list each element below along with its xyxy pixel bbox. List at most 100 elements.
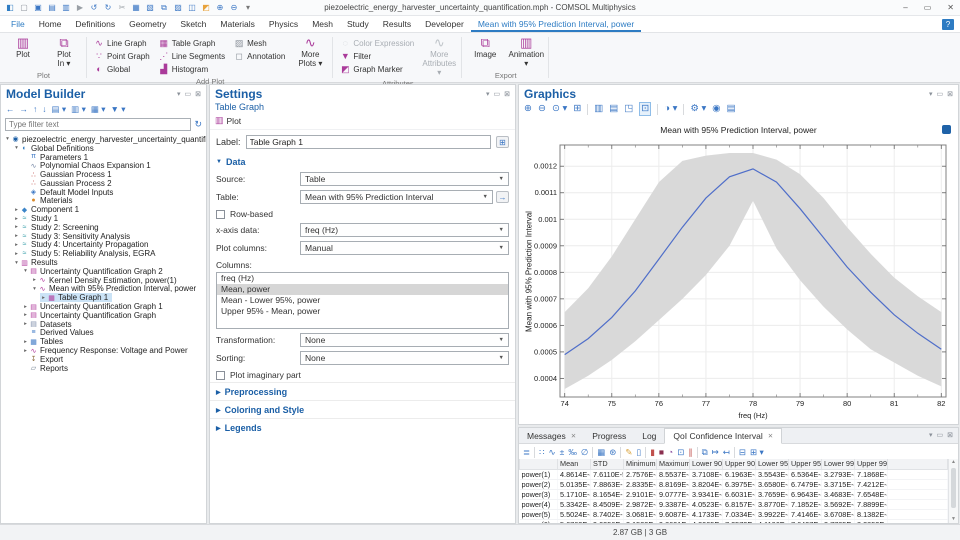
table-row[interactable]: power(5)5.5024E-48.7402E-53.0681E-49.608… [520, 509, 948, 519]
tree-item[interactable]: ▸≈Study 1 [1, 214, 206, 223]
tree-item[interactable]: ▸≈Study 4: Uncertainty Propagation [1, 241, 206, 250]
data-section-header[interactable]: ▼ Data [210, 153, 515, 170]
tree-item[interactable]: ▸∿Frequency Response: Voltage and Power [1, 346, 206, 355]
point-graph-button[interactable]: ∵Point Graph [94, 50, 150, 62]
collapse-panel-icon[interactable]: ▾ [177, 90, 181, 98]
contextual-tab[interactable]: Mean with 95% Prediction Interval, power [471, 16, 641, 32]
float-panel-icon[interactable]: ▭ [937, 90, 944, 98]
plot-imaginary-checkbox[interactable] [216, 371, 225, 380]
histogram-button[interactable]: ▟Histogram [159, 63, 225, 75]
copy-icon[interactable]: ▦ [131, 0, 141, 15]
tree-caret-icon[interactable]: ▾ [4, 136, 11, 142]
export-plot-icon[interactable]: ⊡ [677, 446, 684, 458]
annotation-button[interactable]: ◻Annotation [234, 50, 285, 62]
filter-input[interactable] [5, 118, 191, 131]
column-item[interactable]: Mean - Lower 95%, power [217, 295, 508, 306]
close-tab-icon[interactable]: ✕ [768, 432, 773, 440]
tab-qoi-confidence-interval[interactable]: QoI Confidence Interval✕ [664, 428, 782, 444]
engineering-format-icon[interactable]: ∅ [581, 446, 588, 458]
plot-columns-select[interactable]: Manual▼ [300, 241, 509, 255]
surface-plot-icon[interactable]: ■ [659, 446, 664, 458]
table-graph-button[interactable]: ▦Table Graph [159, 37, 225, 49]
refresh-icon[interactable]: ↻ [194, 119, 202, 130]
graph-marker-button[interactable]: ◩Graph Marker [340, 63, 414, 75]
zoom-in-icon[interactable]: ⊕ [524, 103, 532, 115]
tree-caret-icon[interactable]: ▸ [22, 312, 29, 318]
tree-item[interactable]: ▸∿Kernel Density Estimation, power(1) [1, 276, 206, 285]
line-graph-button[interactable]: ∿Line Graph [94, 37, 150, 49]
save-icon[interactable]: ▤ [47, 0, 57, 15]
back-icon[interactable]: ← [6, 103, 15, 115]
tree-caret-icon[interactable]: ▾ [13, 260, 20, 266]
show-options-icon[interactable]: ▤ ▾ [52, 103, 67, 115]
tree-item[interactable]: ▸≈Study 2: Screening [1, 223, 206, 232]
table-list-icon[interactable]: ≣ [523, 446, 530, 458]
table-row[interactable]: power(3)5.1710E-48.1654E-52.9101E-49.077… [520, 489, 948, 499]
tree-item[interactable]: ▾∿Mean with 95% Prediction Interval, pow… [1, 285, 206, 294]
plot-button[interactable]: ▥Plot [7, 35, 39, 59]
run-icon[interactable]: ▶ [75, 0, 85, 15]
tree-caret-icon[interactable]: ▸ [40, 295, 47, 301]
collapse-panel-icon[interactable]: ▾ [929, 431, 933, 439]
cut-icon[interactable]: ✂ [117, 0, 127, 15]
dock-panel-icon[interactable]: ⊠ [947, 431, 953, 439]
overflow-icon[interactable]: ▾ [243, 0, 253, 15]
paste-icon[interactable]: ▧ [145, 0, 155, 15]
float-panel-icon[interactable]: ▭ [937, 431, 944, 439]
tree-item[interactable]: ▸▤Uncertainty Quantification Graph 1 [1, 302, 206, 311]
scientific-notation-icon[interactable]: ∿ [549, 446, 556, 458]
collapse-panel-icon[interactable]: ▾ [486, 90, 490, 98]
float-panel-icon[interactable]: ▭ [185, 90, 192, 98]
tree-caret-icon[interactable]: ▸ [22, 348, 29, 354]
y-axis-view-icon[interactable]: ▤ [609, 103, 618, 115]
xaxis-select[interactable]: freq (Hz)▼ [300, 223, 509, 237]
tab-messages[interactable]: Messages✕ [519, 428, 584, 443]
tree-item[interactable]: ∴Gaussian Process 2 [1, 179, 206, 188]
tree-caret-icon[interactable]: ▸ [13, 242, 20, 248]
snapshot-icon[interactable]: ◉ [712, 103, 720, 115]
table-row[interactable]: power(6)5.6762E-49.0356E-53.1523E-49.869… [520, 519, 948, 523]
tree-caret-icon[interactable]: ▾ [22, 268, 29, 274]
pie-plot-icon[interactable]: ◔ [668, 446, 673, 458]
tree-item[interactable]: ▾▤Uncertainty Quantification Graph 2 [1, 267, 206, 276]
zoom-out-icon[interactable]: ⊖ [538, 103, 546, 115]
appearance-icon[interactable]: ◑ ▾ [664, 103, 677, 115]
table-select[interactable]: Mean with 95% Prediction Interval▼ [300, 190, 493, 204]
tree-item[interactable]: ▸◆Component 1 [1, 205, 206, 214]
tab-sketch[interactable]: Sketch [173, 16, 213, 32]
tree-caret-icon[interactable]: ▸ [22, 339, 29, 345]
full-precision-icon[interactable]: ∷ [539, 446, 544, 458]
significant-digits-icon[interactable]: ± [560, 446, 565, 458]
section-legends[interactable]: ▶Legends [210, 418, 515, 436]
redo-icon[interactable]: ↻ [103, 0, 113, 15]
section-preprocessing[interactable]: ▶Preprocessing [210, 382, 515, 400]
tab-study[interactable]: Study [340, 16, 376, 32]
scrollbar-thumb[interactable] [951, 468, 956, 508]
column-item[interactable]: freq (Hz) [217, 273, 508, 284]
tab-materials[interactable]: Materials [213, 16, 261, 32]
model-tree-nodes-icon[interactable]: ▦ ▾ [91, 103, 106, 115]
plot-settings-icon[interactable]: ⚙ ▾ [690, 103, 706, 115]
tab-log[interactable]: Log [634, 428, 664, 443]
float-panel-icon[interactable]: ▭ [494, 90, 501, 98]
merge-tables-icon[interactable]: ⊟ [739, 446, 746, 458]
bar-plot-icon[interactable]: ▮ [650, 446, 655, 458]
tab-results[interactable]: Results [376, 16, 418, 32]
section-coloring-and-style[interactable]: ▶Coloring and Style [210, 400, 515, 418]
tree-caret-icon[interactable]: ▸ [22, 304, 29, 310]
undo-icon[interactable]: ↺ [89, 0, 99, 15]
table-scrollbar[interactable]: ▲▼ [948, 459, 958, 523]
tree-item[interactable]: ↧Export [1, 355, 206, 364]
forward-icon[interactable]: → [20, 103, 29, 115]
tree-item[interactable]: ▸▦Tables [1, 337, 206, 346]
close-button[interactable]: ✕ [947, 0, 954, 15]
import-table-icon[interactable]: ↤ [723, 446, 730, 458]
tab-mesh[interactable]: Mesh [305, 16, 340, 32]
x-axis-view-icon[interactable]: ▥ [594, 103, 603, 115]
tab-geometry[interactable]: Geometry [122, 16, 173, 32]
line-segments-button[interactable]: ⋰Line Segments [159, 50, 225, 62]
settings-plot-button[interactable]: Plot [227, 116, 242, 126]
print-icon[interactable]: ▤ [727, 103, 736, 115]
table-display-icon[interactable]: ⊞ ▾ [750, 446, 764, 458]
tree-item[interactable]: ●Materials [1, 197, 206, 206]
